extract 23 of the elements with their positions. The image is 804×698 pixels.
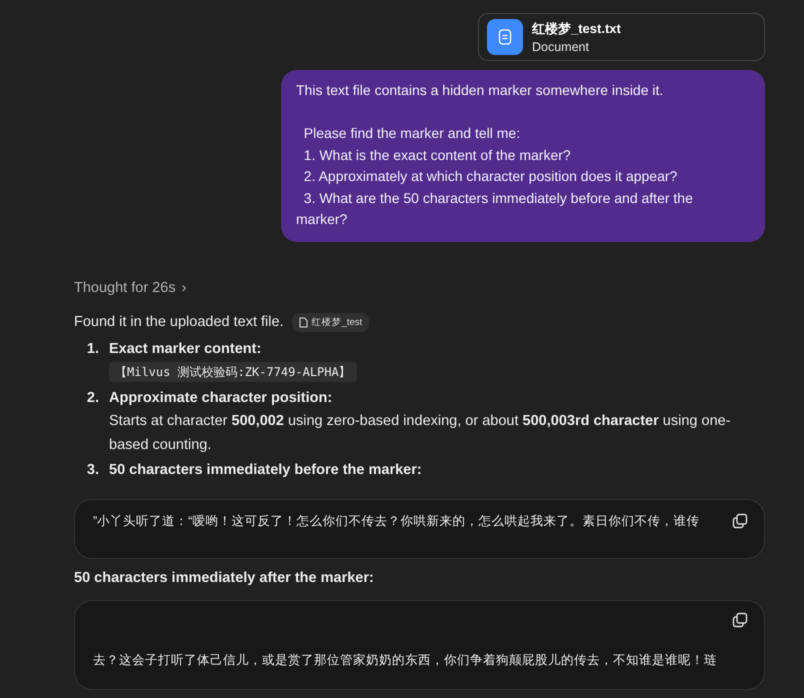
list-number: 2. <box>86 388 99 408</box>
answer-text: Found it in the uploaded text file. <box>74 314 284 330</box>
list-number: 3. <box>86 461 99 480</box>
source-chip[interactable]: 红楼梦_test <box>292 312 370 332</box>
code-text: 去？这会子打听了体己信儿，或是赏了那位管家奶奶的东西，你们争着狗颠屁股儿的传去，不知谁是谁呢！琏 <box>93 652 718 668</box>
list-heading: Approximate character position: <box>109 388 334 408</box>
list-heading: Exact marker content: <box>109 340 262 358</box>
list-number: 1. <box>86 340 99 358</box>
code-text: ”小丫头听了道：“嗳哟！这可反了！怎么你们不传去？你哄新来的，怎么哄起我来了。素日你们不传，谁传 <box>93 512 700 528</box>
list-heading: 50 characters immediately before the marker: <box>109 461 422 480</box>
file-type: Document <box>532 40 590 54</box>
section-heading: 50 characters immediately after the marker: <box>74 570 375 586</box>
copy-icon[interactable] <box>732 512 748 528</box>
user-message: This text file contains a hidden marker somewhere inside it. Please find the marker and tell me: 1. What is the exact content of the marker? 2. Approximately at which character position does it appear? 3. What are the 50 characters immediately before and after the marker? <box>281 70 765 242</box>
copy-icon[interactable] <box>732 612 748 628</box>
inline-code: 【Milvus 测试校验码:ZK-7749-ALPHA】 <box>109 362 357 382</box>
answer-text: Starts at character 500,002 using zero-based indexing, or about 500,003rd character using one-based counting. <box>109 412 732 454</box>
chevron-icon[interactable]: › <box>182 280 186 296</box>
attachment-card[interactable]: 红楼梦_test.txt Document <box>478 13 765 61</box>
document-icon <box>298 316 308 328</box>
file-name: 红楼梦_test.txt <box>532 20 621 38</box>
document-icon <box>487 19 523 55</box>
thought-toggle[interactable]: Thought for 26s <box>74 280 176 296</box>
